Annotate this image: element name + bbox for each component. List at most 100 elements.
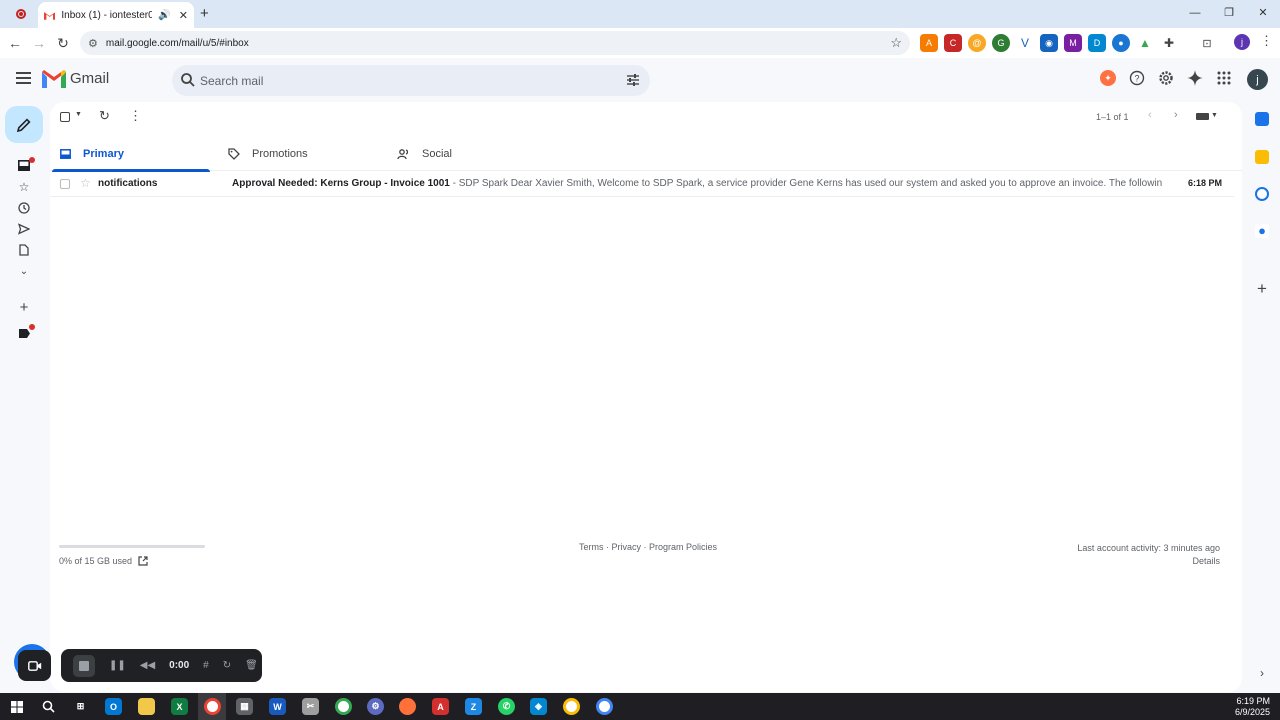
minimize-icon[interactable]: — (1178, 0, 1212, 28)
chrome-profile-two-icon[interactable] (335, 698, 352, 715)
chrome-profile-avatar[interactable]: j (1234, 34, 1250, 50)
browser-tab-title: Inbox (1) - iontester03@gmail.com (61, 9, 153, 21)
whatsapp-icon[interactable]: ✆ (498, 698, 515, 715)
email-star-icon[interactable]: ☆ (80, 176, 91, 190)
select-all-checkbox[interactable] (60, 112, 70, 122)
calculator-icon[interactable]: ▦ (236, 698, 253, 715)
snipping-tool-icon[interactable]: ✂ (302, 698, 319, 715)
search-options-icon[interactable] (626, 73, 640, 87)
account-avatar[interactable]: j (1247, 69, 1268, 90)
main-menu-icon[interactable] (16, 72, 31, 84)
email-row-checkbox[interactable] (60, 179, 70, 189)
storage-text: 0% of 15 GB used (59, 556, 133, 566)
site-info-icon[interactable]: ⚙ (88, 37, 98, 50)
open-external-icon[interactable] (138, 556, 148, 566)
forward-icon[interactable]: → (27, 35, 51, 51)
extension-yellow-icon[interactable]: @ (968, 34, 986, 52)
show-side-panel-chevron-icon[interactable]: › (1255, 666, 1269, 680)
browser-tab-inbox[interactable]: Inbox (1) - iontester03@gmail.com 🔊 ✕ (38, 2, 194, 28)
new-tab-icon[interactable]: + (200, 5, 209, 22)
tab-social[interactable]: Social (397, 137, 452, 171)
trash-icon[interactable]: 🗑 (245, 660, 258, 671)
refresh-icon[interactable]: ↻ (99, 108, 110, 124)
tab-primary[interactable]: Primary (52, 137, 210, 172)
pagination-text: 1–1 of 1 (1096, 112, 1129, 122)
extension-blue-icon[interactable]: ◉ (1040, 34, 1058, 52)
app-blue-icon[interactable]: Z (465, 698, 482, 715)
input-tools-keyboard-icon[interactable] (1196, 113, 1209, 120)
extension-doc-icon[interactable]: D (1088, 34, 1106, 52)
system-clock[interactable]: 6:19 PM 6/9/2025 (1235, 696, 1270, 718)
windows-start-icon[interactable] (8, 698, 25, 715)
extension-orange-icon[interactable]: A (920, 34, 938, 52)
gemini-sparkle-icon[interactable] (1187, 70, 1203, 86)
close-window-icon[interactable]: ✕ (1246, 0, 1280, 28)
extension-green-icon[interactable]: G (992, 34, 1010, 52)
settings-gear-icon[interactable] (1158, 70, 1174, 86)
keep-icon[interactable] (1255, 150, 1269, 164)
snoozed-clock-icon[interactable] (17, 201, 31, 215)
search-input[interactable] (200, 71, 600, 90)
chrome-profile-three-icon[interactable] (563, 698, 580, 715)
last-activity-text: Last account activity: 3 minutes ago (1077, 543, 1220, 553)
recorder-camera-toggle[interactable] (18, 650, 51, 681)
compose-button[interactable] (5, 106, 43, 143)
pause-icon[interactable]: ❚❚ (109, 660, 126, 671)
extension-purple-icon[interactable]: M (1064, 34, 1082, 52)
chrome-icon[interactable] (204, 698, 221, 715)
drafts-icon[interactable] (17, 243, 31, 257)
address-bar[interactable]: ⚙ mail.google.com/mail/u/5/#inbox ☆ (80, 31, 910, 55)
extension-v-icon[interactable]: V (1016, 34, 1034, 52)
extensions-puzzle-icon[interactable]: ✚ (1160, 34, 1178, 52)
tab-search-icon[interactable]: ⊡ (1198, 34, 1216, 52)
input-tools-dropdown-icon[interactable]: ▼ (1211, 112, 1218, 119)
tasks-icon[interactable] (1255, 187, 1269, 201)
sent-icon[interactable] (17, 222, 31, 236)
back-icon[interactable]: ← (3, 35, 27, 51)
chrome-menu-icon[interactable]: ⋮ (1260, 33, 1273, 49)
more-options-icon[interactable]: ⋮ (129, 108, 142, 124)
acrobat-icon[interactable]: A (432, 698, 449, 715)
help-icon[interactable]: ? (1129, 70, 1145, 86)
search-icon[interactable] (180, 72, 196, 88)
restore-icon[interactable]: ❐ (1212, 0, 1246, 28)
word-icon[interactable]: W (269, 698, 286, 715)
contacts-icon[interactable]: ● (1255, 224, 1269, 238)
footer-links[interactable]: Terms · Privacy · Program Policies (579, 542, 717, 552)
drive-icon[interactable]: ▲ (1136, 34, 1154, 52)
file-explorer-icon[interactable] (138, 698, 155, 715)
close-tab-icon[interactable]: ✕ (179, 9, 188, 22)
extension-red-icon[interactable]: C (944, 34, 962, 52)
calendar-icon[interactable] (1255, 112, 1269, 126)
bookmark-star-icon[interactable]: ☆ (890, 35, 902, 51)
reload-icon[interactable]: ↻ (51, 35, 75, 52)
apps-grid-icon[interactable] (1216, 70, 1232, 86)
stop-recording-button[interactable] (73, 654, 95, 677)
chrome-profile-four-icon[interactable] (596, 698, 613, 715)
taskbar-search-icon[interactable] (40, 698, 57, 715)
older-chevron-right-icon[interactable]: › (1174, 109, 1178, 121)
extension-circle-icon[interactable]: ● (1112, 34, 1130, 52)
grid-icon[interactable]: # (203, 660, 209, 671)
more-chevron-down-icon[interactable]: ⌄ (17, 264, 31, 278)
outlook-icon[interactable]: O (105, 698, 122, 715)
select-dropdown-icon[interactable]: ▼ (75, 111, 82, 118)
pencil-icon (16, 117, 31, 132)
side-panel: ● + › (1244, 102, 1280, 692)
email-row[interactable]: ☆ notifications Approval Needed: Kerns G… (50, 172, 1234, 197)
restart-icon[interactable]: ↻ (223, 660, 231, 671)
firefox-icon[interactable] (399, 698, 416, 715)
speaker-icon[interactable]: 🔊 (158, 10, 170, 21)
app-cube-icon[interactable]: ◈ (530, 698, 547, 715)
starred-icon[interactable]: ☆ (17, 180, 31, 194)
tab-promotions[interactable]: Promotions (228, 137, 308, 171)
excel-icon[interactable]: X (171, 698, 188, 715)
get-addons-plus-icon[interactable]: + (1255, 280, 1269, 297)
newer-chevron-left-icon[interactable]: ‹ (1148, 109, 1152, 121)
activity-details-link[interactable]: Details (1077, 555, 1220, 568)
extension-badge-icon[interactable]: ✦ (1100, 70, 1116, 86)
task-view-icon[interactable]: ⊞ (72, 698, 89, 715)
settings-app-icon[interactable]: ⚙ (367, 698, 384, 715)
rewind-icon[interactable]: ◀◀ (140, 660, 155, 671)
add-label-icon[interactable]: + (17, 299, 31, 316)
